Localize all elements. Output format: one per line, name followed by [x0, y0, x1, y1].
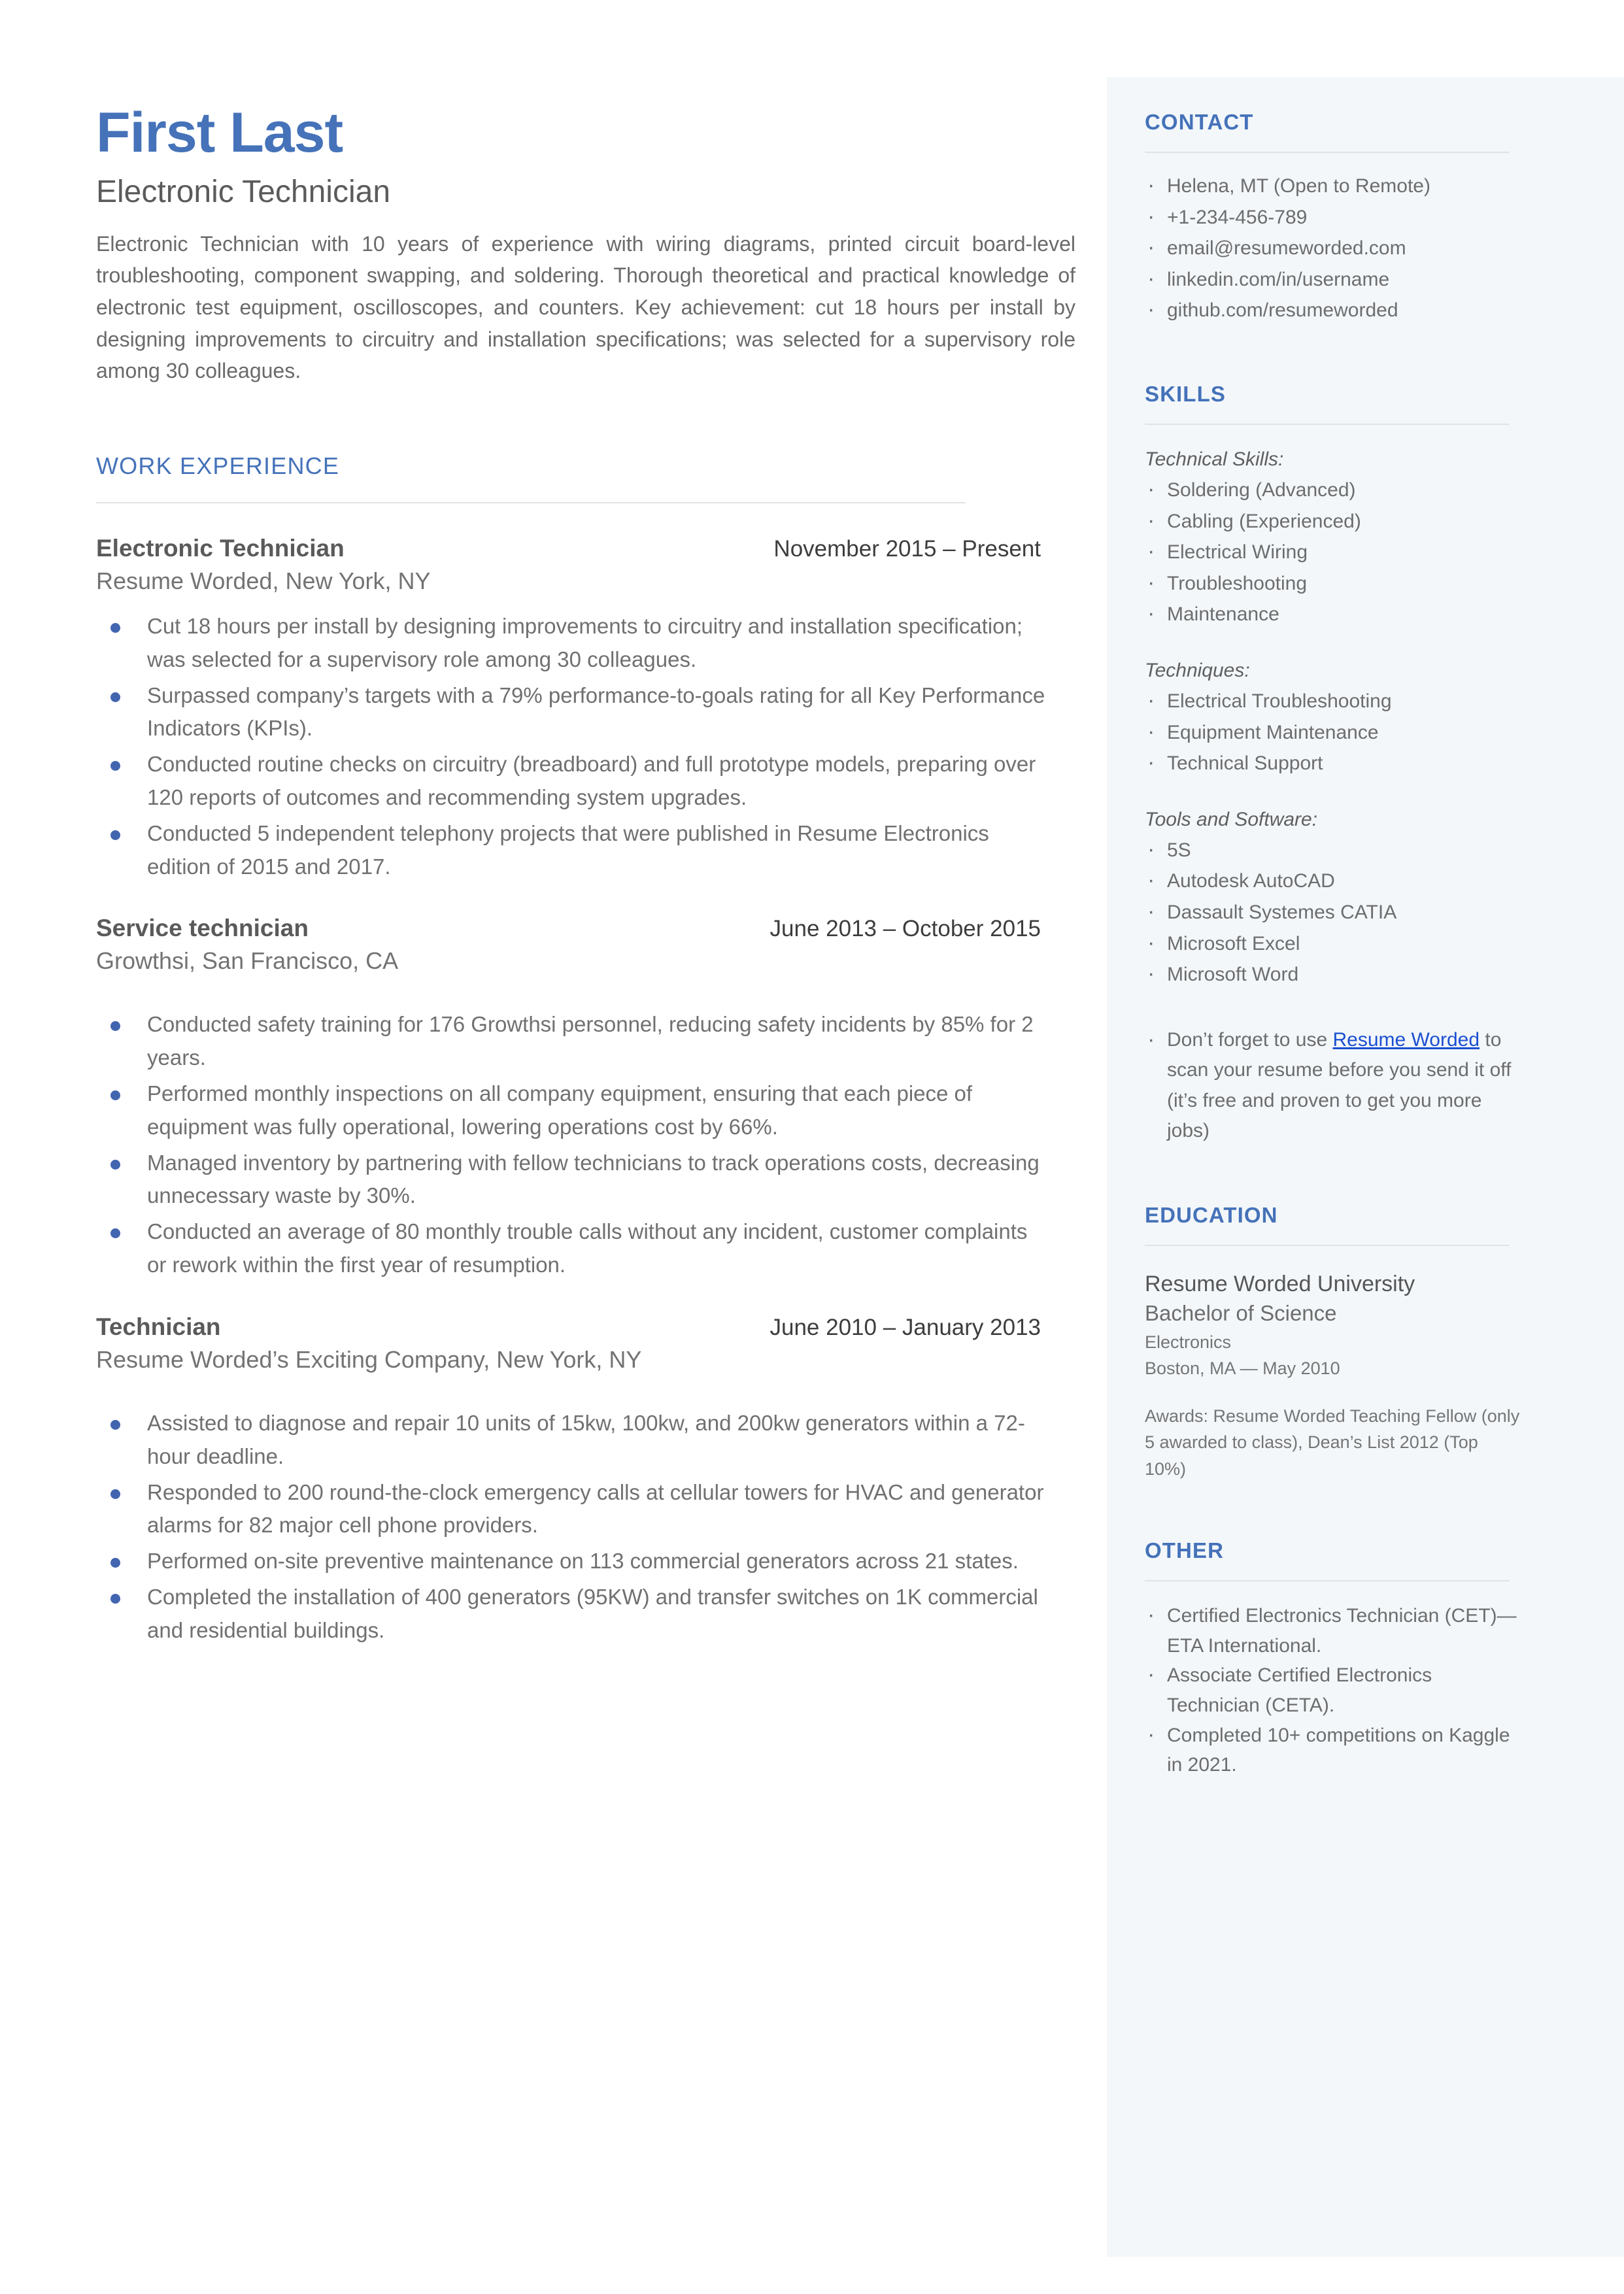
education-section: EDUCATION Resume Worded University Bache…	[1145, 1203, 1524, 1482]
job-company: Resume Worded’s Exciting Company, New Yo…	[96, 1345, 642, 1373]
skill-item: Autodesk AutoCAD	[1145, 864, 1524, 897]
resume-page: First Last Electronic Technician Electro…	[0, 0, 1624, 2294]
section-heading-other: OTHER	[1145, 1538, 1224, 1563]
section-divider	[96, 501, 966, 503]
section-divider	[1145, 1580, 1510, 1582]
sidebar-column: CONTACT Helena, MT (Open to Remote) +1-2…	[1145, 110, 1524, 1780]
job-company: Resume Worded, New York, NY	[96, 567, 431, 594]
education-location-date: Boston, MA — May 2010	[1145, 1358, 1340, 1379]
education-school: Resume Worded University	[1145, 1271, 1415, 1296]
skills-section: SKILLS Technical Skills: Soldering (Adva…	[1145, 382, 1524, 1147]
job-dates: November 2015 – Present	[773, 535, 1041, 562]
job-bullet: Surpassed company’s targets with a 79% p…	[96, 679, 1049, 746]
contact-list: Helena, MT (Open to Remote) +1-234-456-7…	[1145, 169, 1524, 327]
job-bullet: Cut 18 hours per install by designing im…	[96, 610, 1049, 677]
skill-item: Maintenance	[1145, 597, 1524, 630]
page-title: First Last	[96, 101, 343, 164]
job-dates: June 2013 – October 2015	[770, 916, 1041, 942]
job-role: Electronic Technician	[96, 534, 345, 562]
skills-group-label: Tools and Software:	[1145, 808, 1318, 830]
work-experience-entry: Service technician June 2013 – October 2…	[96, 915, 1083, 1282]
skill-item: Troubleshooting	[1145, 566, 1524, 599]
skill-item: Electrical Troubleshooting	[1145, 684, 1524, 717]
education-field: Electronics	[1145, 1332, 1232, 1352]
skill-item: Soldering (Advanced)	[1145, 473, 1524, 506]
skills-group-label: Technical Skills:	[1145, 448, 1284, 470]
job-bullet: Managed inventory by partnering with fel…	[96, 1147, 1049, 1213]
skill-item: 5S	[1145, 833, 1524, 866]
job-role: Service technician	[96, 915, 309, 942]
education-entry: Resume Worded University Bachelor of Sci…	[1145, 1270, 1524, 1482]
section-heading-education: EDUCATION	[1145, 1202, 1278, 1227]
other-item: Certified Electronics Technician (CET)—E…	[1145, 1598, 1524, 1661]
skill-item: Microsoft Excel	[1145, 926, 1524, 960]
main-column: First Last Electronic Technician Electro…	[96, 105, 1083, 1650]
job-bullet: Completed the installation of 400 genera…	[96, 1581, 1049, 1647]
contact-location: Helena, MT (Open to Remote)	[1145, 169, 1524, 202]
section-divider	[1145, 152, 1510, 153]
promo-note: Don’t forget to use Resume Worded to sca…	[1145, 1022, 1524, 1147]
job-header-row: Technician June 2010 – January 2013	[96, 1313, 1041, 1341]
resume-worded-link[interactable]: Resume Worded	[1332, 1029, 1480, 1051]
contact-phone[interactable]: +1-234-456-789	[1145, 200, 1524, 233]
job-bullet: Performed monthly inspections on all com…	[96, 1077, 1049, 1144]
job-bullet: Conducted routine checks on circuitry (b…	[96, 748, 1049, 815]
other-item: Completed 10+ competitions on Kaggle in …	[1145, 1718, 1524, 1780]
education-awards: Awards: Resume Worded Teaching Fellow (o…	[1145, 1406, 1520, 1479]
job-bullet: Assisted to diagnose and repair 10 units…	[96, 1407, 1049, 1474]
contact-email[interactable]: email@resumeworded.com	[1145, 231, 1524, 264]
job-bullet-list: Conducted safety training for 176 Growth…	[96, 1008, 1083, 1282]
section-divider	[1145, 423, 1510, 425]
skills-list: 5S Autodesk AutoCAD Dassault Systemes CA…	[1145, 833, 1524, 991]
skills-group-techniques: Techniques: Electrical Troubleshooting E…	[1145, 656, 1524, 779]
skill-item: Equipment Maintenance	[1145, 715, 1524, 749]
section-heading-contact: CONTACT	[1145, 110, 1254, 134]
other-item: Associate Certified Electronics Technici…	[1145, 1658, 1524, 1720]
work-experience-entry: Electronic Technician November 2015 – Pr…	[96, 535, 1083, 884]
skills-list: Electrical Troubleshooting Equipment Mai…	[1145, 684, 1524, 779]
job-bullet: Conducted an average of 80 monthly troub…	[96, 1215, 1049, 1282]
education-degree: Bachelor of Science	[1145, 1300, 1337, 1325]
job-header-row: Service technician June 2013 – October 2…	[96, 915, 1041, 942]
other-section: OTHER Certified Electronics Technician (…	[1145, 1538, 1524, 1780]
skill-item: Dassault Systemes CATIA	[1145, 895, 1524, 928]
job-dates: June 2010 – January 2013	[770, 1314, 1041, 1340]
section-divider	[1145, 1244, 1510, 1246]
professional-title: Electronic Technician	[96, 175, 391, 209]
professional-summary: Electronic Technician with 10 years of e…	[96, 231, 1075, 383]
job-bullet: Conducted safety training for 176 Growth…	[96, 1008, 1049, 1075]
work-experience-entry: Technician June 2010 – January 2013 Resu…	[96, 1313, 1083, 1647]
skill-item: Technical Support	[1145, 746, 1524, 779]
other-list: Certified Electronics Technician (CET)—E…	[1145, 1598, 1524, 1780]
skills-group-tools: Tools and Software: 5S Autodesk AutoCAD …	[1145, 805, 1524, 991]
job-company: Growthsi, San Francisco, CA	[96, 947, 399, 975]
skill-item: Electrical Wiring	[1145, 535, 1524, 568]
job-bullet: Conducted 5 independent telephony projec…	[96, 817, 1049, 884]
job-bullet-list: Cut 18 hours per install by designing im…	[96, 610, 1083, 884]
job-bullet-list: Assisted to diagnose and repair 10 units…	[96, 1407, 1083, 1647]
skills-list: Soldering (Advanced) Cabling (Experience…	[1145, 473, 1524, 631]
section-heading-skills: SKILLS	[1145, 381, 1226, 406]
skill-item: Microsoft Word	[1145, 957, 1524, 990]
job-header-row: Electronic Technician November 2015 – Pr…	[96, 535, 1041, 562]
contact-github[interactable]: github.com/resumeworded	[1145, 293, 1524, 326]
job-bullet: Performed on-site preventive maintenance…	[96, 1545, 1049, 1578]
skill-item: Cabling (Experienced)	[1145, 504, 1524, 537]
skills-group-technical: Technical Skills: Soldering (Advanced) C…	[1145, 445, 1524, 631]
section-heading-work-experience: WORK EXPERIENCE	[96, 452, 340, 479]
promo-text-before: Don’t forget to use	[1167, 1028, 1333, 1051]
skills-group-label: Techniques:	[1145, 659, 1250, 681]
contact-linkedin[interactable]: linkedin.com/in/username	[1145, 262, 1524, 295]
job-bullet: Responded to 200 round-the-clock emergen…	[96, 1476, 1049, 1543]
job-role: Technician	[96, 1313, 221, 1340]
